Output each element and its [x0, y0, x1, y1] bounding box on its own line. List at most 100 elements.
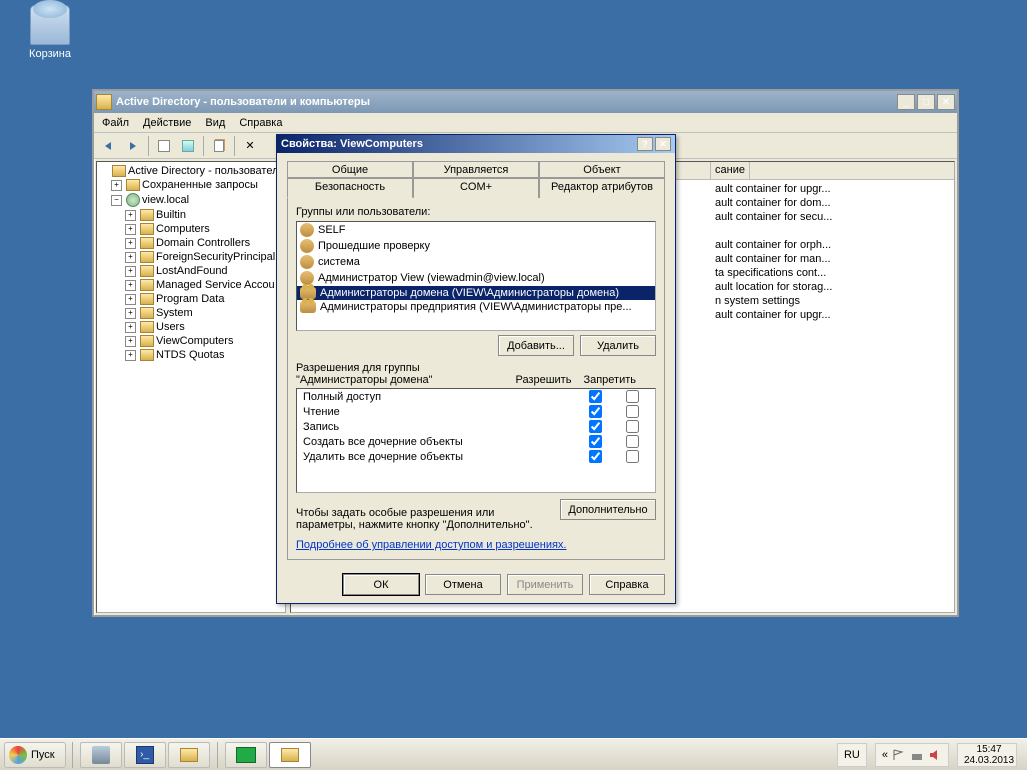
list-row[interactable]: ault container for man... [715, 252, 950, 266]
list-row[interactable]: ault container for dom... [715, 196, 950, 210]
list-row[interactable]: ault container for orph... [715, 238, 950, 252]
allow-checkbox[interactable] [589, 450, 602, 463]
group-item[interactable]: система [297, 254, 655, 270]
group-item[interactable]: Администратор View (viewadmin@view.local… [297, 270, 655, 286]
advanced-button[interactable]: Дополнительно [560, 499, 656, 520]
expand-icon[interactable]: + [125, 238, 136, 249]
task-aduc[interactable] [269, 742, 311, 768]
group-item[interactable]: Администраторы домена (VIEW\Администрато… [297, 286, 655, 300]
clock[interactable]: 15:47 24.03.2013 [957, 743, 1017, 767]
tree-root[interactable]: Active Directory - пользовател [99, 164, 283, 178]
tree-item[interactable]: +Program Data [99, 292, 283, 306]
expand-icon[interactable]: + [125, 350, 136, 361]
list-row[interactable]: ault container for upgr... [715, 308, 950, 322]
deny-checkbox[interactable] [626, 420, 639, 433]
tab-attribute-editor[interactable]: Редактор атрибутов [539, 178, 665, 198]
tree-domain[interactable]: − view.local [99, 192, 283, 208]
collapse-icon[interactable]: − [111, 195, 122, 206]
tree-item[interactable]: +Managed Service Accou [99, 278, 283, 292]
tree-item[interactable]: +Domain Controllers [99, 236, 283, 250]
allow-checkbox[interactable] [589, 390, 602, 403]
apply-button[interactable]: Применить [507, 574, 583, 595]
tray-chevron-icon[interactable]: « [882, 749, 888, 761]
expand-icon[interactable]: + [125, 280, 136, 291]
help-link[interactable]: Подробнее об управлении доступом и разре… [296, 539, 566, 551]
maximize-button[interactable]: □ [917, 94, 935, 110]
allow-checkbox[interactable] [589, 405, 602, 418]
properties-button[interactable] [177, 135, 199, 157]
task-system[interactable] [225, 742, 267, 768]
list-row[interactable]: ault container for secu... [715, 210, 950, 224]
add-button[interactable]: Добавить... [498, 335, 574, 356]
close-button[interactable]: ✕ [655, 137, 671, 151]
tree-item[interactable]: +Users [99, 320, 283, 334]
tab-managed-by[interactable]: Управляется [413, 161, 539, 178]
allow-checkbox[interactable] [589, 435, 602, 448]
group-item[interactable]: Прошедшие проверку [297, 238, 655, 254]
tree-item[interactable]: +LostAndFound [99, 264, 283, 278]
menu-file[interactable]: Файл [102, 117, 129, 129]
expand-icon[interactable]: + [125, 266, 136, 277]
col-description[interactable]: сание [711, 162, 750, 179]
group-item[interactable]: Администраторы предприятия (VIEW\Админис… [297, 300, 655, 314]
tree-item[interactable]: +ForeignSecurityPrincipal [99, 250, 283, 264]
recycle-bin[interactable]: Корзина [20, 5, 80, 60]
deny-checkbox[interactable] [626, 435, 639, 448]
expand-icon[interactable]: + [125, 322, 136, 333]
tree-item[interactable]: +System [99, 306, 283, 320]
expand-icon[interactable]: + [125, 308, 136, 319]
tree-item[interactable]: +Builtin [99, 208, 283, 222]
menu-help[interactable]: Справка [239, 117, 282, 129]
expand-icon[interactable]: + [125, 252, 136, 263]
tree-item[interactable]: +Computers [99, 222, 283, 236]
new-button[interactable] [153, 135, 175, 157]
ql-powershell[interactable]: ›_ [124, 742, 166, 768]
list-row[interactable]: ault container for upgr... [715, 182, 950, 196]
start-button[interactable]: Пуск [4, 742, 66, 768]
help-button[interactable]: Справка [589, 574, 665, 595]
tab-object[interactable]: Объект [539, 161, 665, 178]
sound-icon[interactable] [928, 748, 942, 762]
groups-list[interactable]: SELFПрошедшие проверкусистемаАдминистрат… [296, 221, 656, 331]
language-indicator[interactable]: RU [837, 743, 867, 767]
menu-action[interactable]: Действие [143, 117, 191, 129]
tab-general[interactable]: Общие [287, 161, 413, 178]
group-item[interactable]: SELF [297, 222, 655, 238]
expand-icon[interactable]: + [125, 294, 136, 305]
tree-item[interactable]: +NTDS Quotas [99, 348, 283, 362]
flag-icon[interactable] [892, 748, 906, 762]
ok-button[interactable]: ОК [343, 574, 419, 595]
allow-checkbox[interactable] [589, 420, 602, 433]
deny-checkbox[interactable] [626, 405, 639, 418]
list-row[interactable]: ta specifications cont... [715, 266, 950, 280]
remove-button[interactable]: Удалить [580, 335, 656, 356]
tab-security[interactable]: Безопасность [287, 178, 413, 198]
permissions-list[interactable]: Полный доступЧтениеЗаписьСоздать все доч… [296, 388, 656, 493]
nav-back-button[interactable] [98, 135, 120, 157]
expand-icon[interactable]: + [125, 224, 136, 235]
menu-view[interactable]: Вид [205, 117, 225, 129]
tree-pane[interactable]: Active Directory - пользовател + Сохране… [96, 161, 286, 613]
deny-checkbox[interactable] [626, 450, 639, 463]
expand-icon[interactable]: + [125, 336, 136, 347]
help-button[interactable]: ? [637, 137, 653, 151]
minimize-button[interactable]: _ [897, 94, 915, 110]
tree-saved-queries[interactable]: + Сохраненные запросы [99, 178, 283, 192]
paste-button[interactable] [208, 135, 230, 157]
dialog-titlebar[interactable]: Свойства: ViewComputers ? ✕ [277, 135, 675, 153]
tray[interactable]: « [875, 743, 949, 767]
list-row[interactable]: ault location for storag... [715, 280, 950, 294]
list-row[interactable] [715, 224, 950, 238]
delete-button[interactable]: ✕ [239, 135, 261, 157]
tab-com[interactable]: COM+ [413, 178, 539, 198]
cancel-button[interactable]: Отмена [425, 574, 501, 595]
ql-explorer[interactable] [168, 742, 210, 768]
nav-forward-button[interactable] [122, 135, 144, 157]
ql-server-manager[interactable] [80, 742, 122, 768]
close-button[interactable]: ✕ [937, 94, 955, 110]
expand-icon[interactable]: + [125, 210, 136, 221]
tree-item[interactable]: +ViewComputers [99, 334, 283, 348]
deny-checkbox[interactable] [626, 390, 639, 403]
list-row[interactable]: n system settings [715, 294, 950, 308]
expand-icon[interactable]: + [111, 180, 122, 191]
